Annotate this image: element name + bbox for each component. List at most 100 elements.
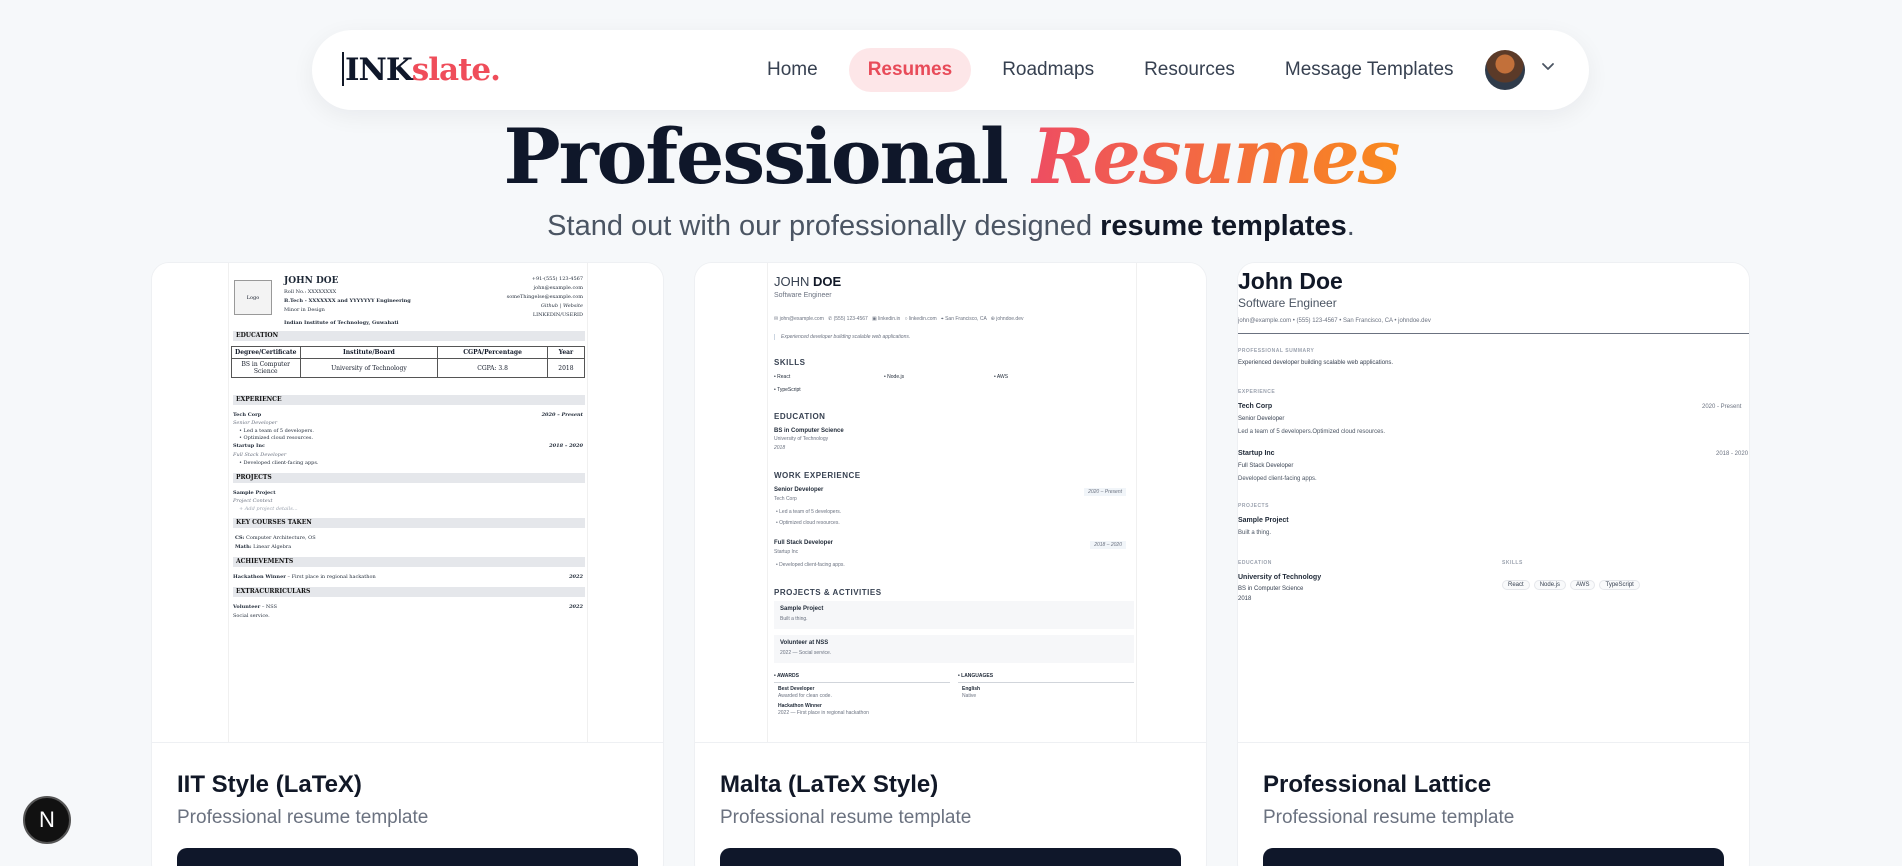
iit-name: JOHN DOE	[284, 276, 339, 286]
top-navbar: INKslate. Home Resumes Roadmaps Resource…	[312, 30, 1589, 110]
lattice-skill-1: Node.js	[1533, 580, 1567, 590]
lattice-sec-experience: EXPERIENCE	[1238, 389, 1276, 395]
lattice-title: Software Engineer	[1238, 296, 1337, 310]
nav-resources[interactable]: Resources	[1125, 48, 1254, 92]
malta-sec-education: EDUCATION	[774, 412, 826, 421]
iit-logo-box: Logo	[234, 280, 272, 315]
lattice-contacts: john@example.com • (555) 123-4567 • San …	[1238, 318, 1431, 324]
iit-roll: Roll No.: XXXXXXXX	[284, 289, 337, 295]
lattice-sec-summary: PROFESSIONAL SUMMARY	[1238, 348, 1315, 354]
iit-sec-experience: EXPERIENCE	[233, 395, 585, 405]
inkslate-logo[interactable]: INKslate.	[342, 52, 501, 88]
iit-td-institute: University of Technology	[299, 358, 439, 378]
iit-extra-desc: Social service.	[233, 613, 270, 619]
logo-slate: slate.	[411, 52, 501, 88]
malta-a1-name: Best Developer	[778, 686, 815, 692]
iit-proj-context: Project Context	[233, 498, 273, 504]
malta-sec-skills: SKILLS	[774, 358, 806, 367]
subtitle-post: .	[1346, 210, 1355, 242]
lattice-summary: Experienced developer building scalable …	[1238, 360, 1394, 366]
iit-th-degree: Degree/Certificate	[231, 346, 301, 359]
user-avatar[interactable]	[1485, 50, 1525, 90]
card-title-iit: IIT Style (LaTeX)	[177, 771, 362, 798]
nextjs-dev-badge[interactable]: N	[23, 796, 71, 844]
iit-th-cgpa: CGPA/Percentage	[437, 346, 548, 359]
lattice-skill-2: AWS	[1570, 580, 1596, 590]
iit-email1: john@example.com	[533, 285, 583, 291]
malta-w2-company: Startup Inc	[774, 549, 799, 555]
iit-th-year: Year	[546, 346, 586, 359]
lattice-e1-role: Senior Developer	[1238, 416, 1285, 422]
malta-edu-degree: BS in Computer Science	[774, 428, 844, 434]
malta-p1-desc: Built a thing.	[780, 616, 808, 622]
iit-td-cgpa: CGPA: 3.8	[437, 358, 548, 378]
iit-sec-courses: KEY COURSES TAKEN	[233, 518, 585, 528]
iit-page: Logo JOHN DOE Roll No.: XXXXXXXX B.Tech …	[228, 263, 588, 742]
use-template-button-iit[interactable]	[177, 848, 638, 866]
title-main: Professional	[503, 112, 1008, 201]
iit-links: Github | Website	[540, 303, 583, 309]
resume-preview-iit[interactable]: Logo JOHN DOE Roll No.: XXXXXXXX B.Tech …	[152, 263, 663, 743]
lattice-e1-date: 2020 - Present	[1702, 404, 1742, 410]
use-template-button-lattice[interactable]	[1263, 848, 1724, 866]
malta-summary: Experienced developer building scalable …	[774, 334, 910, 340]
malta-p1-name: Sample Project	[780, 606, 824, 612]
iit-achievement-year: 2022	[569, 574, 583, 580]
resume-preview-lattice[interactable]: John Doe Software Engineer john@example.…	[1238, 263, 1749, 743]
use-template-button-malta[interactable]	[720, 848, 1181, 866]
iit-exp2-company: Startup Inc	[233, 443, 265, 449]
iit-sec-achievements: ACHIEVEMENTS	[233, 557, 585, 567]
malta-title: Software Engineer	[774, 292, 832, 299]
malta-sec-projects: PROJECTS & ACTIVITIES	[774, 588, 882, 597]
page-title: Professional Resumes	[0, 112, 1902, 201]
lattice-name: John Doe	[1238, 268, 1343, 294]
chevron-down-icon[interactable]	[1540, 58, 1556, 74]
template-card-iit[interactable]: Logo JOHN DOE Roll No.: XXXXXXXX B.Tech …	[151, 262, 664, 866]
malta-sec-awards: • AWARDS	[774, 673, 799, 679]
iit-exp1-b1: • Led a team of 5 developers.	[239, 428, 314, 434]
malta-lang-name: English	[962, 686, 981, 692]
iit-extra: Volunteer – NSS	[233, 604, 278, 610]
iit-degree: B.Tech - XXXXXXX and YYYYYYY Engineering	[284, 298, 411, 304]
malta-p2-name: Volunteer at NSS	[780, 640, 829, 646]
nav-home[interactable]: Home	[748, 48, 837, 92]
iit-exp1-date: 2020 – Present	[541, 412, 583, 418]
malta-w1-date: 2020 – Present	[1084, 488, 1126, 496]
card-title-lattice: Professional Lattice	[1263, 771, 1492, 798]
subtitle-pre: Stand out with our professionally design…	[547, 210, 1093, 242]
iit-exp2-date: 2018 – 2020	[549, 443, 583, 449]
template-card-malta[interactable]: JOHN DOE Software Engineer ✉ john@exampl…	[694, 262, 1207, 866]
malta-edu-year: 2018	[774, 445, 786, 451]
resume-preview-malta[interactable]: JOHN DOE Software Engineer ✉ john@exampl…	[695, 263, 1206, 743]
malta-w2-b1: • Developed client-facing apps.	[776, 562, 845, 568]
iit-proj-add: + Add project details...	[239, 506, 298, 512]
nav-roadmaps[interactable]: Roadmaps	[983, 48, 1113, 92]
malta-contacts: ✉ john@example.com ✆ (555) 123-4567 ▣ li…	[774, 316, 1024, 322]
page-subtitle: Stand out with our professionally design…	[0, 210, 1902, 243]
iit-sec-projects: PROJECTS	[233, 473, 585, 483]
iit-sec-extracurriculars: EXTRACURRICULARS	[233, 587, 585, 597]
nav-resumes[interactable]: Resumes	[848, 48, 972, 92]
iit-proj-name: Sample Project	[233, 490, 276, 496]
lattice-e2-role: Full Stack Developer	[1238, 463, 1294, 469]
malta-lang-divider	[958, 682, 1134, 683]
iit-linkedin: LINKEDIN/USERID	[532, 312, 583, 318]
malta-w1-b2: • Optimized cloud resources.	[776, 520, 840, 526]
nav-message-templates[interactable]: Message Templates	[1266, 48, 1473, 92]
iit-sec-education: EDUCATION	[233, 331, 585, 341]
template-card-lattice[interactable]: John Doe Software Engineer john@example.…	[1237, 262, 1750, 866]
malta-edu-inst: University of Technology	[774, 436, 829, 442]
subtitle-bold: resume templates	[1100, 210, 1347, 242]
lattice-e2-desc: Developed client-facing apps.	[1238, 476, 1317, 482]
lattice-edu-inst: University of Technology	[1238, 574, 1322, 581]
lattice-proj-desc: Built a thing.	[1238, 530, 1272, 536]
malta-w1-role: Senior Developer	[774, 487, 824, 493]
malta-skill-2: • AWS	[994, 374, 1009, 380]
text-cursor	[342, 52, 344, 86]
malta-lang-level: Native	[962, 693, 977, 699]
iit-exp1-company: Tech Corp	[233, 412, 262, 418]
iit-th-institute: Institute/Board	[299, 346, 439, 359]
malta-page: JOHN DOE Software Engineer ✉ john@exampl…	[767, 263, 1137, 742]
lattice-sec-education: EDUCATION	[1238, 560, 1272, 566]
nav-links: Home Resumes Roadmaps Resources Message …	[748, 48, 1485, 92]
